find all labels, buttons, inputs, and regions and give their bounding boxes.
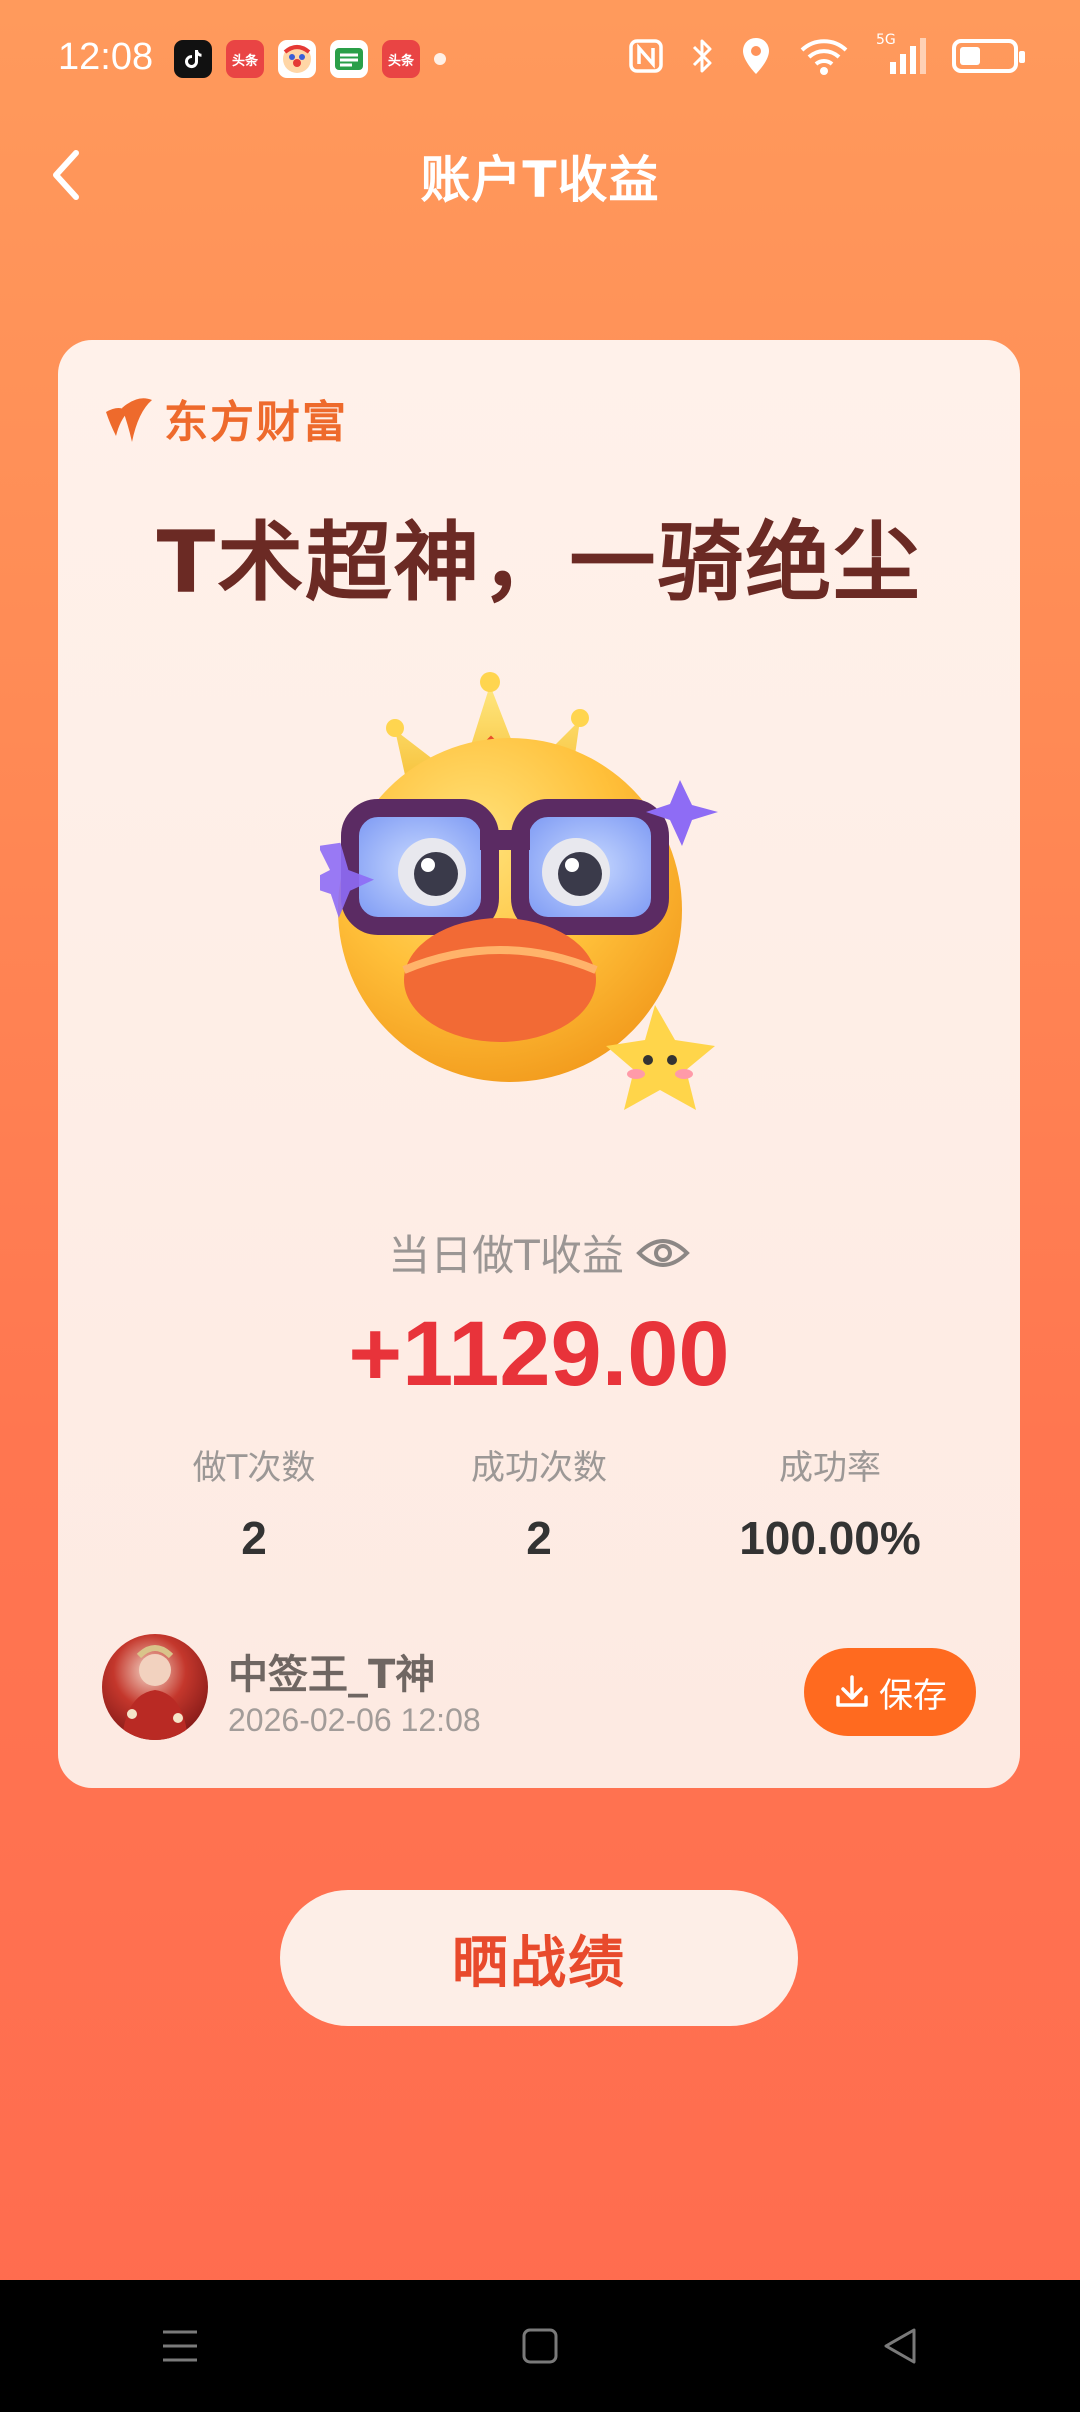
- nav-back-button[interactable]: [860, 2306, 940, 2386]
- bluetooth-icon: [692, 39, 712, 73]
- earnings-card: 东方财富 T术超神，一骑绝尘 当日做T收益 +1129.00 做T次数 2 成功…: [58, 340, 1020, 1788]
- page-title: 账户T收益: [420, 151, 660, 209]
- eye-icon[interactable]: [635, 1233, 690, 1273]
- save-button[interactable]: 保存: [804, 1648, 976, 1736]
- toutiao-lite-app-label: 头条: [387, 53, 414, 69]
- more-notifications-dot: [434, 53, 446, 65]
- toutiao-app-label: 头条: [231, 53, 258, 69]
- location-icon: [743, 38, 769, 74]
- nfc-icon: [629, 39, 663, 73]
- stat-value: 2: [241, 1512, 267, 1564]
- status-time: 12:08: [58, 36, 154, 78]
- daily-profit-label: 当日做T收益: [388, 1231, 624, 1280]
- menu-icon: [163, 2330, 197, 2362]
- post-app-icon: [330, 40, 368, 78]
- back-triangle-icon: [884, 2328, 916, 2364]
- stat-trade-count: 做T次数 2: [154, 1440, 354, 1565]
- user-name: 中签王_T神: [228, 1652, 436, 1698]
- system-navigation-bar: [0, 2280, 1080, 2412]
- signal-bars-icon: [890, 38, 926, 74]
- nav-home-button[interactable]: [500, 2306, 580, 2386]
- card-footer: 中签王_T神 2026-02-06 12:08 保存: [102, 1634, 976, 1744]
- avatar[interactable]: [102, 1634, 208, 1740]
- battery-icon: [952, 39, 1025, 73]
- status-bar: 12:08 头条 头条 5G: [0, 0, 1080, 124]
- stat-success-count: 成功次数 2: [439, 1440, 639, 1565]
- stat-label: 做T次数: [192, 1448, 316, 1488]
- toutiao-app-icon: 头条: [226, 40, 264, 78]
- save-button-label: 保存: [879, 1675, 947, 1716]
- daily-profit-value: +1129.00: [348, 1303, 730, 1405]
- clown-app-icon: [278, 40, 316, 78]
- brand-mark-icon: [106, 398, 152, 442]
- brand-name: 东方财富: [164, 397, 348, 448]
- brand-logo: 东方财富: [102, 386, 348, 450]
- download-icon: [836, 1675, 868, 1707]
- stat-label: 成功率: [779, 1448, 881, 1488]
- status-indicators: 5G: [628, 32, 1025, 76]
- stat-value: 100.00%: [739, 1512, 921, 1564]
- card-slogan: T术超神，一骑绝尘: [156, 513, 922, 613]
- tiktok-app-icon: [174, 40, 212, 78]
- home-square-icon: [522, 2328, 558, 2364]
- stat-value: 2: [526, 1512, 552, 1564]
- mascot-illustration: [320, 672, 718, 1110]
- timestamp: 2026-02-06 12:08: [228, 1702, 481, 1738]
- stat-success-rate: 成功率 100.00%: [700, 1440, 960, 1565]
- stat-label: 成功次数: [471, 1448, 607, 1488]
- toutiao-lite-app-icon: 头条: [382, 40, 420, 78]
- cellular-signal: 5G: [876, 32, 926, 76]
- daily-profit-label-row: 当日做T收益: [58, 1222, 1020, 1283]
- wifi-icon: [800, 39, 848, 75]
- nav-menu-button[interactable]: [140, 2306, 220, 2386]
- status-app-icons: 头条 头条: [174, 40, 446, 78]
- share-results-button[interactable]: 晒战绩: [280, 1890, 798, 2026]
